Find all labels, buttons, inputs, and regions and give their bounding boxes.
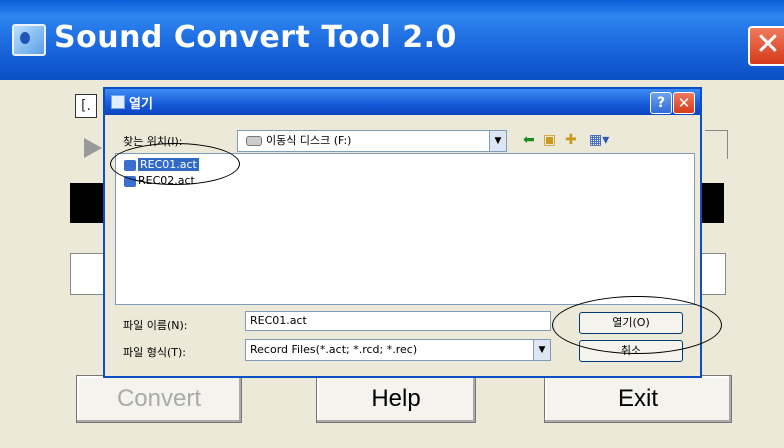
dialog-close-button[interactable]: ✕ [673,92,695,114]
open-button[interactable]: 열기(O) [579,312,683,334]
file-type-label: 파일 형식(T): [123,346,186,359]
file-list[interactable]: REC01.act REC02.act [115,153,695,305]
back-arrow-icon[interactable]: ⬅ [523,131,535,149]
file-name: REC01.act [138,158,199,171]
dialog-title: 열기 [129,97,153,112]
app-icon [12,24,46,56]
background-slider-edge [705,130,728,159]
look-in-label: 찾는 위치(I): [123,135,183,148]
dialog-help-button[interactable]: ? [650,92,672,114]
look-in-combo[interactable]: 이동식 디스크 (F:) ▼ [237,130,507,152]
chevron-down-icon[interactable]: ▼ [489,131,506,151]
dialog-title-bar: 열기 ? ✕ [105,89,700,115]
drive-icon [246,136,262,146]
file-icon [124,175,136,187]
close-window-button[interactable]: ✕ [748,26,784,66]
file-type-select[interactable]: Record Files(*.act; *.rcd; *.rec) ▼ [245,339,551,361]
file-name: REC02.act [138,174,195,187]
file-type-value: Record Files(*.act; *.rcd; *.rec) [250,343,418,356]
file-name-label: 파일 이름(N): [123,319,188,332]
convert-button[interactable]: Convert [76,375,242,423]
exit-button[interactable]: Exit [544,375,732,423]
chevron-down-icon[interactable]: ▼ [533,340,550,360]
help-button[interactable]: Help [316,375,476,423]
play-icon[interactable] [84,138,102,158]
open-file-dialog: 열기 ? ✕ 찾는 위치(I): 이동식 디스크 (F:) ▼ ⬅ ▣ ✚ ▦▾… [103,87,702,378]
look-in-value: 이동식 디스크 (F:) [266,134,352,147]
up-folder-icon[interactable]: ▣ [543,131,556,149]
background-small-button[interactable]: [. [75,94,97,118]
window-title: Sound Convert Tool 2.0 [54,20,457,55]
file-icon [124,159,136,171]
file-name-input[interactable]: REC01.act [245,311,551,331]
dialog-icon [111,95,125,109]
new-folder-icon[interactable]: ✚ [565,131,577,149]
list-item[interactable]: REC02.act [124,174,195,188]
main-title-bar: Sound Convert Tool 2.0 ✕ [0,0,784,80]
list-item[interactable]: REC01.act [124,158,199,172]
view-menu-icon[interactable]: ▦▾ [589,131,609,149]
cancel-button[interactable]: 취소 [579,340,683,362]
